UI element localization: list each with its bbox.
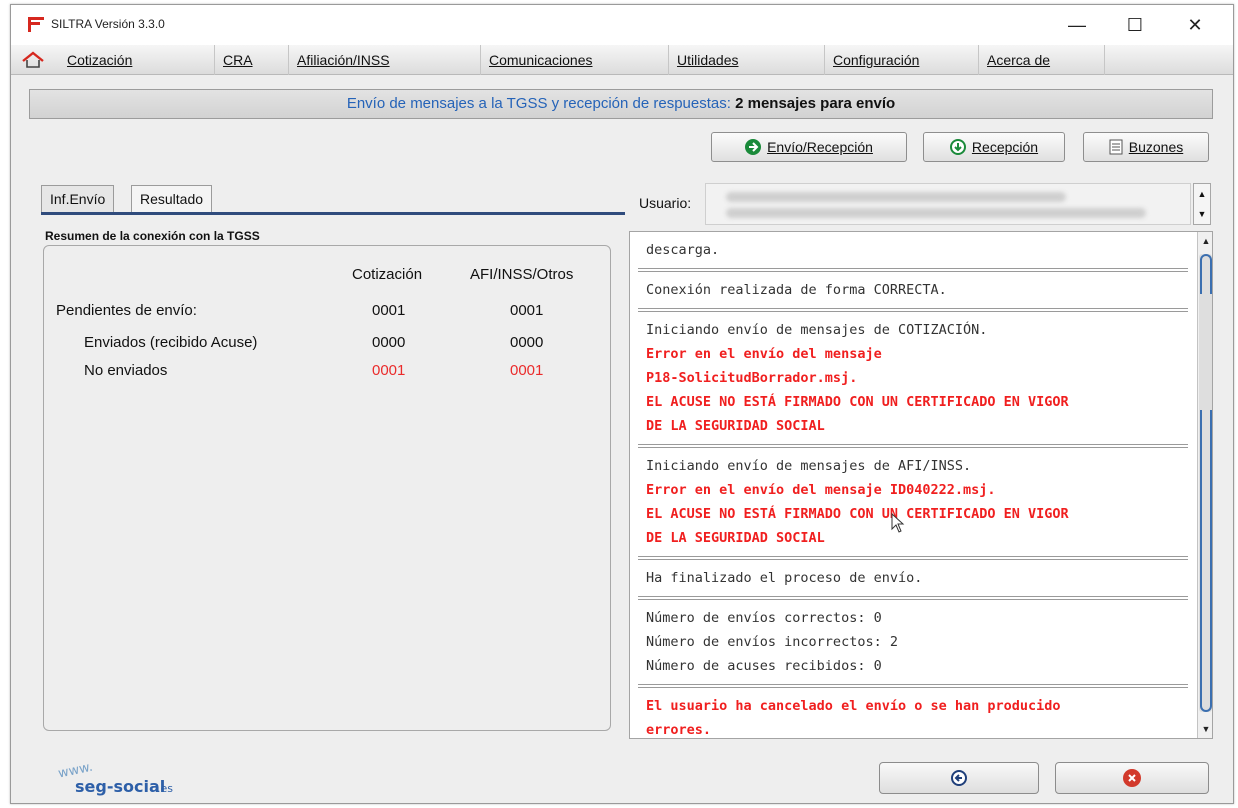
log-entry: Número de envíos correctos: 0 Número de e… bbox=[638, 600, 1188, 688]
log-line: Número de envíos correctos: 0 bbox=[646, 610, 882, 626]
mailbox-icon bbox=[1109, 139, 1123, 155]
log-panel: descarga. Conexión realizada de forma COR… bbox=[629, 231, 1213, 739]
log-entry: descarga. bbox=[638, 232, 1188, 272]
row-value-cotizacion: 0000 bbox=[372, 334, 406, 351]
row-value-afi: 0001 bbox=[510, 362, 544, 379]
menu-utilidades[interactable]: Utilidades bbox=[669, 45, 825, 75]
log-error-line: Error en el envío del mensaje bbox=[646, 346, 882, 362]
log-error-line: El usuario ha cancelado el envío o se ha… bbox=[646, 698, 1061, 714]
menu-afiliacion-inss[interactable]: Afiliación/INSS bbox=[289, 45, 481, 75]
tab-underline bbox=[41, 212, 625, 215]
log-error-line: Error en el envío del mensaje ID040222.m… bbox=[646, 482, 996, 498]
row-value-cotizacion: 0001 bbox=[372, 362, 406, 379]
recepcion-button[interactable]: Recepción bbox=[923, 132, 1065, 162]
log-line: Número de acuses recibidos: 0 bbox=[646, 658, 882, 674]
seg-social-logo: www. seg-social .es bbox=[57, 760, 177, 800]
log-error-line: EL ACUSE NO ESTÁ FIRMADO CON UN CERTIFIC… bbox=[646, 394, 1069, 410]
row-label: Pendientes de envío: bbox=[56, 302, 197, 319]
log-line: Iniciando envío de mensajes de COTIZACIÓ… bbox=[646, 322, 988, 338]
log-line: Número de envíos incorrectos: 2 bbox=[646, 634, 898, 650]
cancel-button[interactable] bbox=[1055, 762, 1209, 794]
menu-comunicaciones[interactable]: Comunicaciones bbox=[481, 45, 669, 75]
tab-inf-envio[interactable]: Inf.Envío bbox=[41, 185, 115, 213]
buzones-button[interactable]: Buzones bbox=[1083, 132, 1209, 162]
row-value-afi: 0001 bbox=[510, 302, 544, 319]
log-error-line: P18-SolicitudBorrador.msj. bbox=[646, 370, 858, 386]
tab-resultado[interactable]: Resultado bbox=[131, 185, 213, 213]
window-title: SILTRA Versión 3.3.0 bbox=[51, 17, 165, 31]
svg-text:seg-social: seg-social bbox=[75, 777, 165, 796]
row-value-afi: 0000 bbox=[510, 334, 544, 351]
back-button[interactable] bbox=[879, 762, 1039, 794]
log-entry: Iniciando envío de mensajes de COTIZACIÓ… bbox=[638, 312, 1188, 448]
menu-configuracion[interactable]: Configuración bbox=[825, 45, 979, 75]
download-icon bbox=[949, 139, 966, 155]
cancel-x-icon bbox=[1123, 769, 1141, 787]
siltra-window: SILTRA Versión 3.3.0 — ☐ ✕ Cotización CR… bbox=[10, 4, 1234, 804]
log-line: Ha finalizado el proceso de envío. bbox=[646, 570, 923, 586]
svg-text:.es: .es bbox=[157, 782, 173, 795]
home-icon[interactable] bbox=[21, 51, 45, 69]
log-entry: Conexión realizada de forma CORRECTA. bbox=[638, 272, 1188, 312]
log-line: Conexión realizada de forma CORRECTA. bbox=[646, 282, 947, 298]
back-arrow-icon bbox=[951, 770, 967, 786]
maximize-button[interactable]: ☐ bbox=[1115, 13, 1155, 37]
menu-cotizacion[interactable]: Cotización bbox=[59, 45, 215, 75]
log-line: Iniciando envío de mensajes de AFI/INSS. bbox=[646, 458, 972, 474]
row-value-cotizacion: 0001 bbox=[372, 302, 406, 319]
siltra-logo-icon bbox=[28, 17, 44, 32]
summary-title: Resumen de la conexión con la TGSS bbox=[45, 229, 260, 243]
user-label: Usuario: bbox=[639, 195, 692, 211]
sync-icon bbox=[745, 139, 762, 155]
menu-bar: Cotización CRA Afiliación/INSS Comunicac… bbox=[11, 45, 1233, 75]
menu-acerca-de[interactable]: Acerca de bbox=[979, 45, 1105, 75]
summary-panel: Cotización AFI/INSS/Otros Pendientes de … bbox=[43, 245, 611, 731]
scroll-down-icon[interactable]: ▼ bbox=[1198, 720, 1212, 738]
log-entry: Ha finalizado el proceso de envío. bbox=[638, 560, 1188, 600]
log-entry: Iniciando envío de mensajes de AFI/INSS.… bbox=[638, 448, 1188, 560]
user-spinner[interactable]: ▲ ▼ bbox=[1193, 183, 1211, 225]
mouse-cursor-icon bbox=[891, 513, 905, 533]
menu-cra[interactable]: CRA bbox=[215, 45, 289, 75]
row-label: Enviados (recibido Acuse) bbox=[84, 334, 258, 351]
log-scrollbar[interactable]: ▲ ▼ bbox=[1197, 232, 1212, 738]
title-bar: SILTRA Versión 3.3.0 — ☐ ✕ bbox=[11, 5, 1233, 45]
row-label: No enviados bbox=[84, 362, 168, 379]
log-error-line: EL ACUSE NO ESTÁ FIRMADO CON UN CERTIFIC… bbox=[646, 506, 1069, 522]
log-line: descarga. bbox=[646, 242, 720, 258]
col-header-cotizacion: Cotización bbox=[352, 266, 423, 283]
col-header-afi-inss: AFI/INSS/Otros bbox=[470, 266, 574, 283]
user-field[interactable] bbox=[705, 183, 1191, 225]
log-content: descarga. Conexión realizada de forma COR… bbox=[630, 232, 1196, 738]
log-error-line: errores. bbox=[646, 722, 712, 738]
close-button[interactable]: ✕ bbox=[1175, 13, 1215, 37]
envio-recepcion-button[interactable]: Envío/Recepción bbox=[711, 132, 907, 162]
log-entry: El usuario ha cancelado el envío o se ha… bbox=[638, 688, 1188, 738]
header-text: Envío de mensajes a la TGSS y recepción … bbox=[346, 95, 731, 112]
log-error-line: DE LA SEGURIDAD SOCIAL bbox=[646, 530, 825, 546]
minimize-button[interactable]: — bbox=[1057, 13, 1097, 37]
scroll-up-icon[interactable]: ▲ bbox=[1198, 232, 1212, 250]
header-count: 2 mensajes para envío bbox=[735, 95, 896, 112]
status-header: Envío de mensajes a la TGSS y recepción … bbox=[29, 89, 1213, 119]
log-error-line: DE LA SEGURIDAD SOCIAL bbox=[646, 418, 825, 434]
